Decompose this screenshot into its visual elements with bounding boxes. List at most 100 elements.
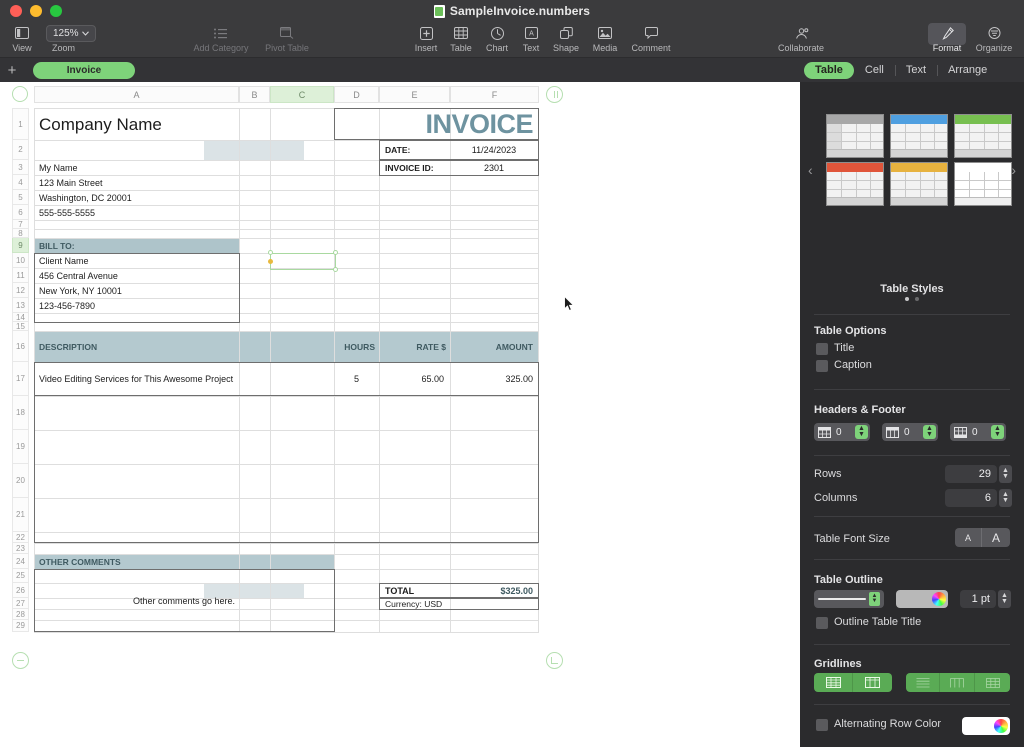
row-header-21[interactable]: 21 — [12, 498, 29, 532]
column-header-d[interactable]: D — [334, 86, 379, 103]
table-move-handle[interactable] — [12, 86, 28, 102]
cell-header-hours[interactable]: HOURS — [334, 331, 378, 362]
title-checkbox[interactable] — [816, 343, 828, 355]
cell-invoice-id-label[interactable]: INVOICE ID: — [382, 160, 450, 176]
close-button[interactable] — [10, 5, 22, 17]
page-dot-1[interactable] — [905, 297, 909, 301]
grid-inner-horizontal-button[interactable] — [906, 673, 940, 692]
selection-handle-top-right[interactable] — [333, 250, 338, 255]
row-header-2[interactable]: 2 — [12, 140, 29, 160]
header-columns-stepper[interactable]: 0 ▲ ▼ — [882, 423, 938, 441]
row-header-11[interactable]: 11 — [12, 268, 29, 283]
cell-invoice-title[interactable]: INVOICE — [334, 108, 539, 140]
grid-area[interactable]: Company Name INVOICE DATE: 11/24/2023 IN… — [34, 108, 539, 633]
row-header-16[interactable]: 16 — [12, 331, 29, 362]
row-header-10[interactable]: 10 — [12, 253, 29, 268]
row-header-1[interactable]: 1 — [12, 108, 29, 140]
row-header-9[interactable]: 9 — [12, 238, 29, 253]
insert-button[interactable]: Insert — [412, 22, 440, 58]
add-sheet-button[interactable]: + — [0, 58, 24, 82]
tab-text[interactable]: Text — [894, 62, 937, 79]
styles-prev-button[interactable]: ‹ — [808, 162, 813, 178]
cell-header-amount[interactable]: AMOUNT — [450, 331, 536, 362]
spreadsheet-canvas[interactable]: A B C D E F 1 2 3 4 5 6 7 8 9 10 11 12 1… — [0, 82, 800, 747]
grid-inner-vertical-button[interactable] — [940, 673, 975, 692]
gridlines-group-b[interactable] — [906, 673, 1010, 692]
column-header-c[interactable]: C — [270, 86, 334, 103]
table-styles-pagination[interactable] — [800, 297, 1024, 301]
font-size-increase-button[interactable]: A — [982, 528, 1010, 547]
table-style-gray[interactable] — [826, 114, 884, 158]
cell-currency[interactable]: Currency: USD — [382, 598, 532, 610]
column-header-b[interactable]: B — [239, 86, 270, 103]
media-button[interactable]: Media — [590, 22, 620, 58]
row-resize-handle[interactable] — [12, 652, 29, 669]
row-header-27[interactable]: 27 — [12, 598, 29, 609]
cell-sender-street[interactable]: 123 Main Street — [36, 175, 236, 190]
row-header-18[interactable]: 18 — [12, 396, 29, 430]
outline-line-style-selector[interactable]: ▲ ▼ — [814, 590, 884, 608]
organize-button[interactable]: Organize — [972, 22, 1016, 58]
shape-button[interactable]: Shape — [551, 22, 581, 58]
table-style-yellow[interactable] — [890, 162, 948, 206]
row-header-5[interactable]: 5 — [12, 190, 29, 205]
alternating-row-color-checkbox[interactable] — [816, 719, 828, 731]
cell-sender-phone[interactable]: 555-555-5555 — [36, 205, 236, 220]
cell-date-value[interactable]: 11/24/2023 — [450, 140, 538, 160]
outline-line-style-stepper[interactable]: ▲ ▼ — [869, 592, 880, 606]
rows-stepper[interactable]: ▲ ▼ — [999, 465, 1012, 483]
font-size-decrease-button[interactable]: A — [955, 528, 982, 547]
row-header-28[interactable]: 28 — [12, 609, 29, 620]
cell-item-hours[interactable]: 5 — [334, 362, 379, 396]
minimize-button[interactable] — [30, 5, 42, 17]
selection-handle-bottom-right[interactable] — [333, 267, 338, 272]
outline-table-title-checkbox[interactable] — [816, 617, 828, 629]
sheet-tab-invoice[interactable]: Invoice — [33, 61, 135, 79]
gridlines-group-a[interactable] — [814, 673, 892, 692]
column-header-a[interactable]: A — [34, 86, 239, 103]
header-rows-stepper[interactable]: 0 ▲ ▼ — [814, 423, 870, 441]
column-header-e[interactable]: E — [379, 86, 450, 103]
column-header-f[interactable]: F — [450, 86, 539, 103]
row-header-12[interactable]: 12 — [12, 283, 29, 298]
cell-item-description[interactable]: Video Editing Services for This Awesome … — [36, 362, 332, 396]
color-wheel-icon[interactable] — [932, 592, 946, 606]
footer-rows-stepper-arrows[interactable]: ▲ ▼ — [991, 425, 1004, 439]
selection-fill-dot[interactable] — [268, 259, 273, 264]
row-header-8[interactable]: 8 — [12, 229, 29, 238]
tab-cell[interactable]: Cell — [854, 62, 895, 79]
row-header-13[interactable]: 13 — [12, 298, 29, 313]
outline-color-swatch[interactable] — [896, 590, 948, 608]
table-style-green[interactable] — [954, 114, 1012, 158]
cell-total-value[interactable]: $325.00 — [450, 583, 536, 598]
cell-client-street[interactable]: 456 Central Avenue — [36, 268, 236, 283]
format-button[interactable]: Format — [928, 22, 966, 58]
outline-width-field[interactable]: 1 pt — [960, 590, 996, 608]
grid-vertical-button[interactable] — [853, 673, 892, 692]
styles-next-button[interactable]: › — [1011, 162, 1016, 178]
table-style-red[interactable] — [826, 162, 884, 206]
caption-checkbox[interactable] — [816, 360, 828, 372]
table-style-blue[interactable] — [890, 114, 948, 158]
table-font-size-control[interactable]: A A — [955, 528, 1010, 547]
view-button[interactable]: View — [10, 22, 34, 58]
row-header-22[interactable]: 22 — [12, 532, 29, 543]
selected-cell-outline[interactable] — [270, 253, 336, 270]
rows-field[interactable]: 29 — [945, 465, 997, 483]
table-resize-handle[interactable] — [546, 652, 563, 669]
columns-field[interactable]: 6 — [945, 489, 997, 507]
cell-other-comments-text[interactable]: Other comments go here. — [34, 588, 334, 613]
selection-handle-top[interactable] — [268, 250, 273, 255]
alternating-row-color-swatch[interactable] — [962, 717, 1010, 735]
row-header-19[interactable]: 19 — [12, 430, 29, 464]
tab-arrange[interactable]: Arrange — [937, 62, 998, 79]
page-dot-2[interactable] — [915, 297, 919, 301]
cell-company-name[interactable]: Company Name — [36, 110, 236, 140]
cell-sender-name[interactable]: My Name — [36, 160, 236, 175]
row-header-24[interactable]: 24 — [12, 554, 29, 569]
cell-header-rate[interactable]: RATE $ — [379, 331, 449, 362]
cell-bill-to-label[interactable]: BILL TO: — [36, 238, 236, 253]
row-header-15[interactable]: 15 — [12, 322, 29, 331]
cell-invoice-id-value[interactable]: 2301 — [450, 160, 538, 176]
cell-sender-city[interactable]: Washington, DC 20001 — [36, 190, 236, 205]
